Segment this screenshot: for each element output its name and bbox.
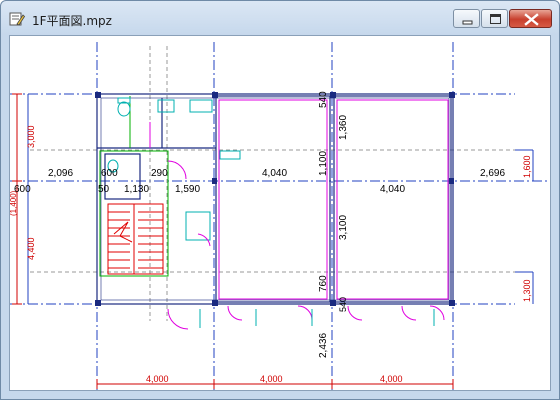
dim-vert-2436: 2,436 — [318, 333, 329, 358]
dim-second-50: 50 — [98, 184, 110, 195]
floor-plan[interactable]: 2,096 600 290 4,040 2,696 600 50 1,130 1… — [10, 36, 551, 391]
maximize-button[interactable] — [481, 9, 508, 28]
dim-top-2096: 2,096 — [48, 168, 73, 179]
dim-bottom-4000-b: 4,000 — [260, 374, 283, 384]
minimize-button[interactable] — [453, 9, 480, 28]
red-dimension-lines — [12, 93, 454, 389]
drawing-canvas[interactable]: 2,096 600 290 4,040 2,696 600 50 1,130 1… — [9, 35, 551, 391]
dim-vert-1100: 1,100 — [318, 151, 329, 176]
dim-vert-3100: 3,100 — [338, 215, 349, 240]
dim-bottom-4000-a: 4,000 — [146, 374, 169, 384]
dim-second-1130: 1,130 — [124, 184, 149, 195]
close-button[interactable] — [509, 9, 552, 28]
dim-bottom-4000-c: 4,000 — [380, 374, 403, 384]
drawing-file-icon — [9, 12, 25, 26]
dim-vert-540-top: 540 — [318, 91, 329, 108]
dim-vert-1360: 1,360 — [338, 115, 349, 140]
maximize-icon — [490, 14, 501, 24]
dim-left-4400: 4,400 — [26, 237, 36, 260]
dim-top-2696: 2,696 — [480, 168, 505, 179]
fixtures — [107, 97, 241, 241]
dim-second-1590: 1,590 — [175, 184, 200, 195]
dim-second-4040: 4,040 — [380, 184, 405, 195]
dim-left-1400: (1,400) — [10, 190, 18, 216]
dim-top-600: 600 — [101, 168, 118, 179]
app-window: 1F平面図.mpz 2,096 600 290 4,040 2,696 600 … — [0, 0, 560, 400]
minimize-icon — [462, 20, 473, 25]
dim-vert-540-bottom: 540 — [338, 297, 348, 312]
dim-left-3000: 3,000 — [26, 125, 36, 148]
dim-right-1300: 1,300 — [522, 279, 532, 302]
dim-right-1600: 1,600 — [522, 155, 532, 178]
title-bar[interactable]: 1F平面図.mpz — [1, 1, 559, 35]
finish-lines — [149, 99, 449, 300]
window-title: 1F平面図.mpz — [32, 14, 112, 28]
close-icon — [524, 13, 539, 26]
dim-top-4040: 4,040 — [262, 168, 287, 179]
dim-top-290: 290 — [151, 168, 168, 179]
stairs — [107, 203, 164, 275]
dim-vert-760: 760 — [318, 275, 329, 292]
